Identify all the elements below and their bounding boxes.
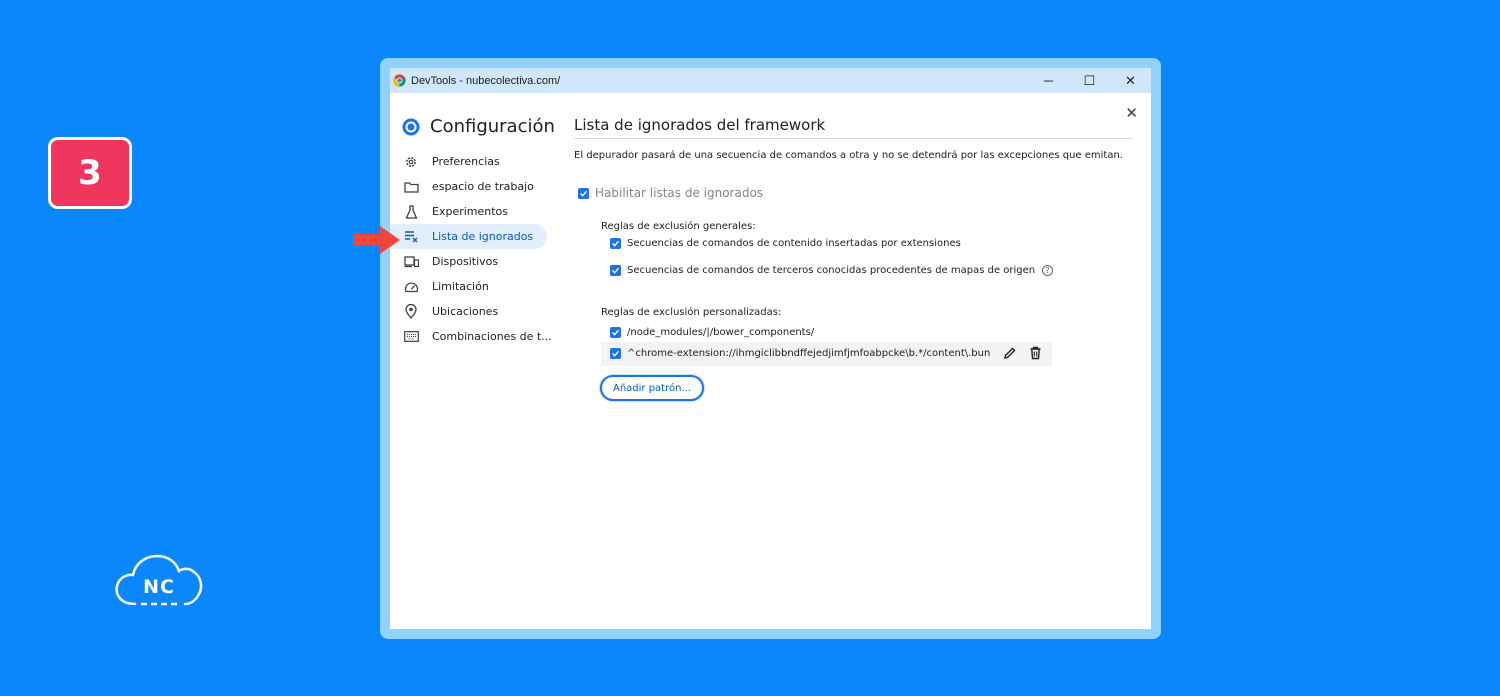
step-number-badge: 3 bbox=[48, 137, 132, 209]
ignore-list-icon bbox=[403, 229, 419, 245]
general-rule-row[interactable]: Secuencias de comandos de contenido inse… bbox=[610, 238, 961, 249]
enable-ignore-list-row[interactable]: Habilitar listas de ignorados bbox=[578, 186, 763, 200]
general-rule-row[interactable]: Secuencias de comandos de terceros conoc… bbox=[610, 265, 1054, 276]
sidebar-item-experiments[interactable]: Experimentos bbox=[390, 199, 560, 224]
folder-icon bbox=[403, 179, 419, 195]
pattern-checkbox[interactable] bbox=[610, 327, 621, 338]
rule-checkbox[interactable] bbox=[610, 265, 621, 276]
devtools-window-frame: DevTools - nubecolectiva.com/ ─ ☐ ✕ ✕ Co… bbox=[380, 58, 1161, 639]
devices-icon bbox=[403, 254, 419, 270]
devtools-settings-logo-icon bbox=[402, 118, 420, 135]
sidebar-item-locations[interactable]: Ubicaciones bbox=[390, 299, 560, 324]
custom-pattern-row[interactable]: /node_modules/|/bower_components/ bbox=[610, 327, 814, 338]
sidebar-item-label: Combinaciones de t... bbox=[432, 330, 552, 343]
pattern-label: /node_modules/|/bower_components/ bbox=[627, 327, 815, 338]
speedometer-icon bbox=[403, 279, 419, 295]
gear-icon bbox=[403, 154, 419, 170]
sidebar-item-preferences[interactable]: Preferencias bbox=[390, 149, 560, 174]
settings-title: Configuración bbox=[430, 116, 555, 137]
red-arrow-pointer-icon bbox=[353, 226, 400, 254]
maximize-button[interactable]: ☐ bbox=[1069, 68, 1110, 93]
settings-brand: Configuración bbox=[402, 116, 555, 137]
custom-rules-label: Reglas de exclusión personalizadas: bbox=[601, 307, 782, 318]
help-icon[interactable]: ? bbox=[1042, 265, 1054, 276]
sidebar-item-ignore-list[interactable]: Lista de ignorados bbox=[390, 224, 547, 249]
sidebar-item-label: Lista de ignorados bbox=[432, 230, 534, 243]
settings-nav: Preferencias espacio de trabajo Experime… bbox=[390, 149, 560, 349]
minimize-button[interactable]: ─ bbox=[1028, 68, 1069, 93]
flask-icon bbox=[403, 204, 419, 220]
close-settings-button[interactable]: ✕ bbox=[1125, 104, 1138, 122]
logo-text: NC bbox=[143, 576, 175, 598]
title-divider bbox=[574, 138, 1133, 139]
sidebar-item-label: Ubicaciones bbox=[432, 305, 499, 318]
checkmark-icon bbox=[611, 329, 620, 336]
settings-sidebar: Configuración Preferencias espacio de tr… bbox=[390, 93, 560, 629]
enable-ignore-list-label: Habilitar listas de ignorados bbox=[595, 186, 764, 200]
sidebar-item-label: Limitación bbox=[432, 280, 489, 293]
sidebar-item-label: Dispositivos bbox=[432, 255, 499, 268]
custom-pattern-row-hovered[interactable]: ^chrome-extension://ihmgiclibbndffejedji… bbox=[601, 342, 1052, 366]
keyboard-icon bbox=[403, 329, 419, 345]
sidebar-item-throttling[interactable]: Limitación bbox=[390, 274, 560, 299]
sidebar-item-label: Preferencias bbox=[432, 155, 500, 168]
sidebar-item-label: Experimentos bbox=[432, 205, 509, 218]
pattern-checkbox[interactable] bbox=[610, 348, 621, 359]
enable-ignore-list-checkbox[interactable] bbox=[578, 187, 589, 199]
rule-checkbox[interactable] bbox=[610, 238, 621, 249]
checkmark-icon bbox=[611, 350, 620, 357]
window-title: DevTools - nubecolectiva.com/ bbox=[411, 74, 561, 87]
checkmark-icon bbox=[611, 267, 620, 274]
location-pin-icon bbox=[403, 304, 419, 320]
title-bar: DevTools - nubecolectiva.com/ ─ ☐ ✕ bbox=[390, 68, 1151, 93]
nc-cloud-logo: NC bbox=[113, 550, 205, 610]
rule-label: Secuencias de comandos de contenido inse… bbox=[627, 238, 961, 249]
sidebar-item-shortcuts[interactable]: Combinaciones de t... bbox=[390, 324, 560, 349]
delete-trash-icon[interactable] bbox=[1029, 346, 1042, 360]
checkmark-icon bbox=[579, 190, 588, 197]
page-description: El depurador pasará de una secuencia de … bbox=[574, 150, 1123, 161]
sidebar-item-label: espacio de trabajo bbox=[432, 180, 534, 193]
devtools-window: DevTools - nubecolectiva.com/ ─ ☐ ✕ ✕ Co… bbox=[390, 68, 1151, 629]
edit-pencil-icon[interactable] bbox=[1003, 346, 1017, 360]
rule-label: Secuencias de comandos de terceros conoc… bbox=[627, 265, 1036, 276]
sidebar-item-workspace[interactable]: espacio de trabajo bbox=[390, 174, 560, 199]
add-pattern-button[interactable]: Añadir patrón... bbox=[600, 375, 704, 401]
pattern-label: ^chrome-extension://ihmgiclibbndffejedji… bbox=[627, 348, 990, 359]
page-title: Lista de ignorados del framework bbox=[574, 116, 826, 134]
general-rules-label: Reglas de exclusión generales: bbox=[601, 221, 756, 232]
close-window-button[interactable]: ✕ bbox=[1110, 68, 1151, 93]
chrome-icon bbox=[393, 74, 406, 87]
sidebar-item-devices[interactable]: Dispositivos bbox=[390, 249, 560, 274]
checkmark-icon bbox=[611, 240, 620, 247]
